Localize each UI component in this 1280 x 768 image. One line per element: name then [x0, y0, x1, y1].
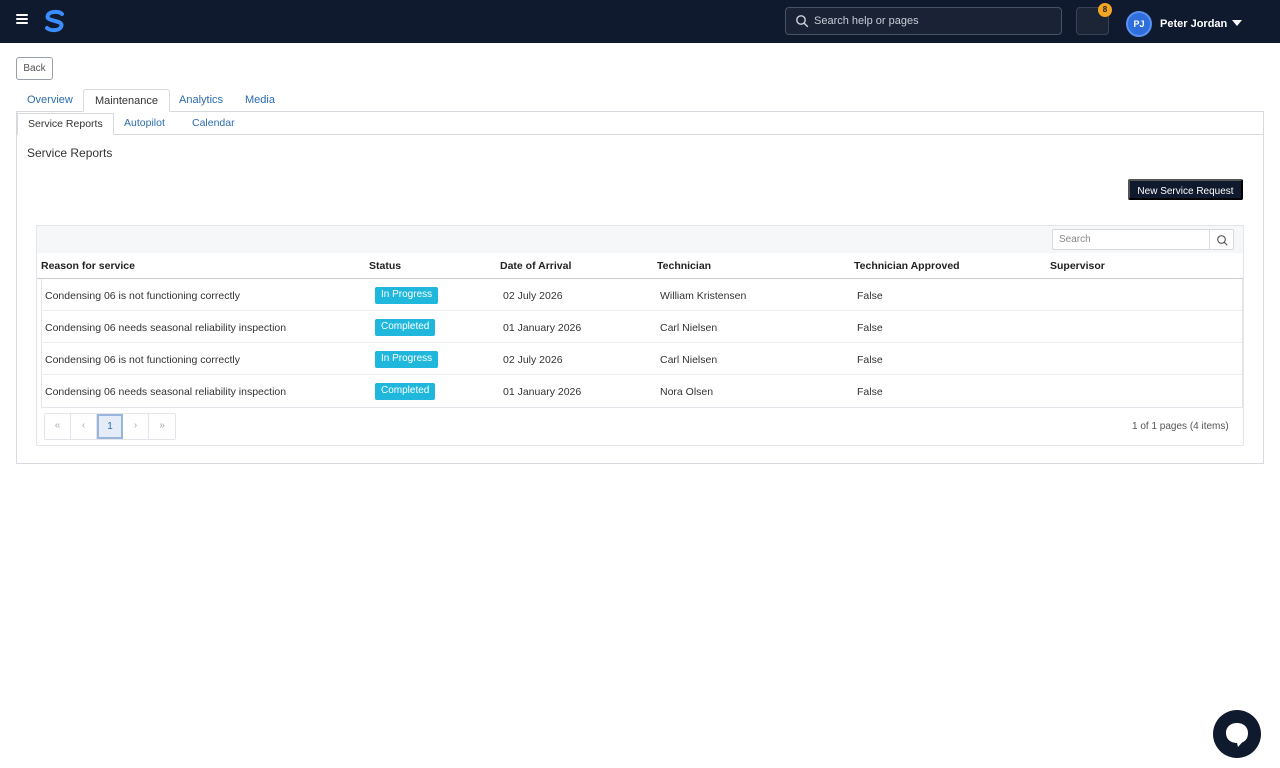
grid-search-button[interactable] [1209, 229, 1234, 250]
search-icon [1217, 235, 1228, 246]
global-search-field[interactable] [785, 7, 1062, 35]
service-reports-grid: Reason for service Status Date of Arriva… [36, 225, 1244, 446]
table-row[interactable]: Condensing 06 needs seasonal reliability… [42, 375, 1242, 407]
chat-icon [1226, 723, 1248, 747]
subtab-service-reports[interactable]: Service Reports [17, 113, 114, 135]
new-service-request-button[interactable]: New Service Request [1128, 179, 1243, 200]
date-cell: 02 July 2026 [503, 290, 563, 302]
reason-cell: Condensing 06 needs seasonal reliability… [45, 386, 287, 398]
column-header-technician[interactable]: Technician [657, 260, 711, 272]
avatar[interactable]: PJ [1126, 11, 1152, 37]
column-header-status[interactable]: Status [369, 260, 401, 272]
technician-cell: Carl Nielsen [660, 354, 718, 366]
status-badge: In Progress [375, 351, 439, 368]
table-row[interactable]: Condensing 06 needs seasonal reliability… [42, 311, 1242, 343]
date-cell: 01 January 2026 [503, 322, 582, 334]
tab-media[interactable]: Media [234, 89, 286, 112]
status-badge: Completed [375, 383, 436, 400]
date-cell: 02 July 2026 [503, 354, 563, 366]
next-page-button[interactable]: › [123, 414, 149, 439]
technician-approved-cell: False [857, 386, 883, 398]
date-cell: 01 January 2026 [503, 386, 582, 398]
chat-launcher-button[interactable] [1213, 710, 1261, 758]
tab-analytics[interactable]: Analytics [168, 89, 234, 112]
column-header-technician-approved[interactable]: Technician Approved [854, 260, 960, 272]
caret-down-icon[interactable] [1232, 20, 1242, 26]
technician-cell: William Kristensen [660, 290, 747, 302]
reason-cell: Condensing 06 needs seasonal reliability… [45, 322, 287, 334]
technician-approved-cell: False [857, 290, 883, 302]
status-badge: In Progress [375, 287, 439, 304]
menu-icon[interactable] [16, 14, 28, 26]
technician-cell: Carl Nielsen [660, 322, 718, 334]
grid-search-input[interactable] [1053, 230, 1203, 249]
column-header-reason[interactable]: Reason for service [41, 260, 135, 272]
status-badge: Completed [375, 319, 436, 336]
reason-cell: Condensing 06 is not functioning correct… [45, 354, 240, 366]
first-page-button[interactable]: « [45, 414, 71, 439]
subtab-autopilot[interactable]: Autopilot [114, 113, 175, 135]
reason-cell: Condensing 06 is not functioning correct… [45, 290, 240, 302]
section-title: Service Reports [27, 146, 113, 160]
technician-cell: Nora Olsen [660, 386, 714, 398]
notification-count-badge: 8 [1098, 3, 1112, 17]
table-row[interactable]: Condensing 06 is not functioning correct… [42, 343, 1242, 375]
grid-rows: Condensing 06 is not functioning correct… [41, 279, 1243, 408]
search-icon [796, 15, 809, 28]
brand-logo-icon[interactable] [42, 8, 68, 34]
page-number-button[interactable]: 1 [97, 414, 123, 439]
last-page-button[interactable]: » [149, 414, 175, 439]
column-header-supervisor[interactable]: Supervisor [1050, 260, 1105, 272]
grid-search-field[interactable] [1052, 229, 1210, 250]
top-navigation-bar: 8 PJ Peter Jordan [0, 0, 1280, 43]
table-row[interactable]: Condensing 06 is not functioning correct… [42, 279, 1242, 311]
pager: « ‹ 1 › » [44, 413, 176, 440]
tab-maintenance[interactable]: Maintenance [83, 89, 170, 112]
global-search-input[interactable] [814, 13, 1054, 29]
technician-approved-cell: False [857, 354, 883, 366]
back-button[interactable]: Back [16, 57, 53, 80]
tab-overview[interactable]: Overview [16, 89, 84, 112]
column-header-date-of-arrival[interactable]: Date of Arrival [500, 260, 571, 272]
grid-toolbar [37, 226, 1243, 253]
subtab-calendar[interactable]: Calendar [182, 113, 245, 135]
user-name[interactable]: Peter Jordan [1160, 18, 1227, 30]
pager-summary: 1 of 1 pages (4 items) [1132, 421, 1229, 432]
technician-approved-cell: False [857, 322, 883, 334]
previous-page-button[interactable]: ‹ [71, 414, 97, 439]
